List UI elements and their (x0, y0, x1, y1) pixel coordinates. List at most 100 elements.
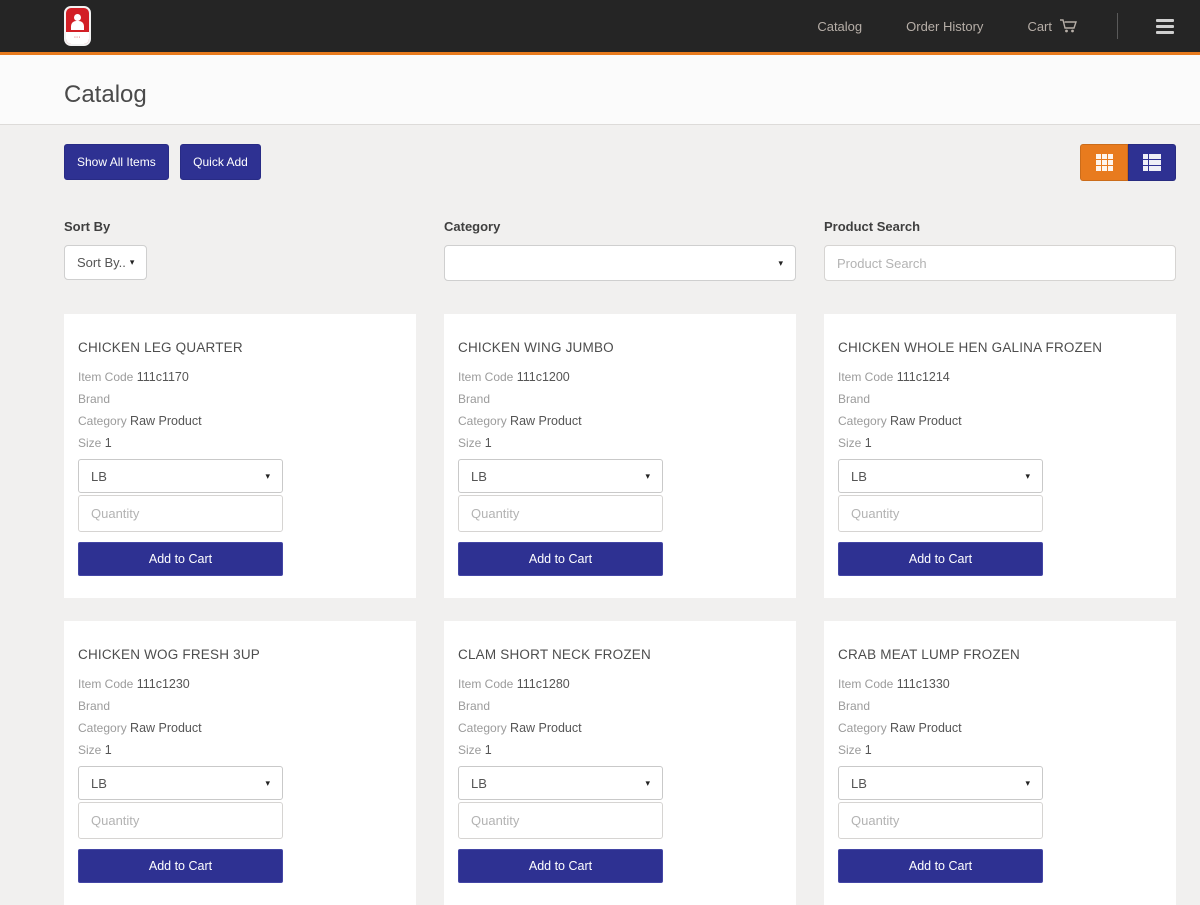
category-value: Raw Product (890, 414, 962, 428)
product-grid: CHICKEN LEG QUARTER Item Code 111c1170 B… (64, 314, 1176, 905)
category-label: Category (838, 721, 887, 735)
item-code-value: 111c1230 (137, 677, 190, 691)
size-label: Size (78, 436, 101, 450)
product-name: CHICKEN WOG FRESH 3UP (78, 647, 402, 662)
item-code-value: 111c1214 (897, 370, 950, 384)
card-controls: LB ▾ Add to Cart (838, 766, 1043, 883)
card-controls: LB ▾ Add to Cart (838, 459, 1043, 576)
brand-label: Brand (78, 392, 110, 406)
quantity-input[interactable] (458, 802, 663, 839)
brand-label: Brand (838, 392, 870, 406)
caret-down-icon: ▾ (1025, 471, 1030, 482)
category-select[interactable]: ▾ (444, 245, 796, 281)
logo-figure-body-icon (71, 21, 84, 30)
show-all-items-button[interactable]: Show All Items (64, 144, 169, 180)
unit-select[interactable]: LB ▾ (78, 766, 283, 800)
quantity-input[interactable] (838, 802, 1043, 839)
size-label: Size (838, 743, 861, 757)
size-label: Size (458, 436, 481, 450)
product-card: CHICKEN WHOLE HEN GALINA FROZEN Item Cod… (824, 314, 1176, 598)
caret-down-icon: ▾ (1025, 778, 1030, 789)
quantity-input[interactable] (458, 495, 663, 532)
size-row: Size 1 (78, 744, 402, 757)
quick-add-button[interactable]: Quick Add (180, 144, 261, 180)
product-name: CHICKEN WING JUMBO (458, 340, 782, 355)
logo-base-text: ··· (66, 35, 89, 41)
size-value: 1 (485, 743, 492, 757)
category-label: Category (458, 414, 507, 428)
category-row: Category Raw Product (838, 415, 1162, 428)
item-code-row: Item Code 111c1230 (78, 678, 402, 691)
nav-item-order-history[interactable]: Order History (906, 9, 983, 44)
list-view-button[interactable] (1128, 144, 1176, 181)
nav-item-cart[interactable]: Cart (1027, 8, 1079, 44)
product-search-filter: Product Search (824, 219, 1176, 281)
item-code-label: Item Code (458, 370, 513, 384)
quantity-input[interactable] (78, 495, 283, 532)
product-search-input[interactable] (824, 245, 1176, 281)
category-value: Raw Product (130, 721, 202, 735)
sort-by-label: Sort By (64, 219, 416, 234)
card-controls: LB ▾ Add to Cart (458, 459, 663, 576)
unit-select-value: LB (851, 776, 867, 791)
unit-select-value: LB (471, 469, 487, 484)
add-to-cart-button[interactable]: Add to Cart (838, 849, 1043, 883)
item-code-value: 111c1170 (137, 370, 189, 384)
product-search-label: Product Search (824, 219, 1176, 234)
category-row: Category Raw Product (78, 722, 402, 735)
size-row: Size 1 (78, 437, 402, 450)
toolbar: Show All Items Quick Add (64, 144, 1176, 181)
item-code-row: Item Code 111c1330 (838, 678, 1162, 691)
unit-select[interactable]: LB ▾ (78, 459, 283, 493)
size-row: Size 1 (838, 744, 1162, 757)
quantity-input[interactable] (838, 495, 1043, 532)
nav-item-catalog-label: Catalog (817, 19, 862, 34)
menu-hamburger-icon[interactable] (1154, 13, 1176, 40)
unit-select[interactable]: LB ▾ (458, 766, 663, 800)
brand-row: Brand (458, 393, 782, 406)
brand-label: Brand (458, 699, 490, 713)
unit-select[interactable]: LB ▾ (458, 459, 663, 493)
category-label: Category (78, 414, 127, 428)
quantity-input[interactable] (78, 802, 283, 839)
card-controls: LB ▾ Add to Cart (78, 459, 283, 576)
add-to-cart-button[interactable]: Add to Cart (78, 849, 283, 883)
category-filter: Category ▾ (444, 219, 796, 281)
filters-row: Sort By Sort By.. ▾ Category ▾ Product S… (64, 219, 1176, 281)
add-to-cart-button[interactable]: Add to Cart (458, 849, 663, 883)
nav-item-catalog[interactable]: Catalog (817, 9, 862, 44)
item-code-row: Item Code 111c1280 (458, 678, 782, 691)
product-name: CRAB MEAT LUMP FROZEN (838, 647, 1162, 662)
add-to-cart-button[interactable]: Add to Cart (78, 542, 283, 576)
unit-select[interactable]: LB ▾ (838, 459, 1043, 493)
item-code-label: Item Code (78, 370, 133, 384)
size-row: Size 1 (458, 744, 782, 757)
item-code-label: Item Code (838, 370, 893, 384)
add-to-cart-button[interactable]: Add to Cart (458, 542, 663, 576)
item-code-value: 111c1200 (517, 370, 570, 384)
caret-down-icon: ▾ (645, 471, 650, 482)
size-label: Size (838, 436, 861, 450)
caret-down-icon: ▾ (265, 778, 270, 789)
toolbar-buttons: Show All Items Quick Add (64, 144, 268, 180)
nav-item-order-history-label: Order History (906, 19, 983, 34)
unit-select[interactable]: LB ▾ (838, 766, 1043, 800)
page-title: Catalog (64, 81, 1176, 109)
grid-view-button[interactable] (1080, 144, 1128, 181)
size-row: Size 1 (458, 437, 782, 450)
brand-row: Brand (458, 700, 782, 713)
item-code-row: Item Code 111c1170 (78, 371, 402, 384)
item-code-row: Item Code 111c1214 (838, 371, 1162, 384)
sort-by-dropdown[interactable]: Sort By.. ▾ (64, 245, 147, 280)
product-card: CLAM SHORT NECK FROZEN Item Code 111c128… (444, 621, 796, 905)
category-row: Category Raw Product (78, 415, 402, 428)
item-code-label: Item Code (78, 677, 133, 691)
category-row: Category Raw Product (458, 415, 782, 428)
product-name: CHICKEN WHOLE HEN GALINA FROZEN (838, 340, 1162, 355)
item-code-row: Item Code 111c1200 (458, 371, 782, 384)
top-navbar: ··· Catalog Order History Cart (0, 0, 1200, 55)
unit-select-value: LB (91, 469, 107, 484)
product-card: CHICKEN LEG QUARTER Item Code 111c1170 B… (64, 314, 416, 598)
brand-logo[interactable]: ··· (64, 6, 91, 46)
add-to-cart-button[interactable]: Add to Cart (838, 542, 1043, 576)
